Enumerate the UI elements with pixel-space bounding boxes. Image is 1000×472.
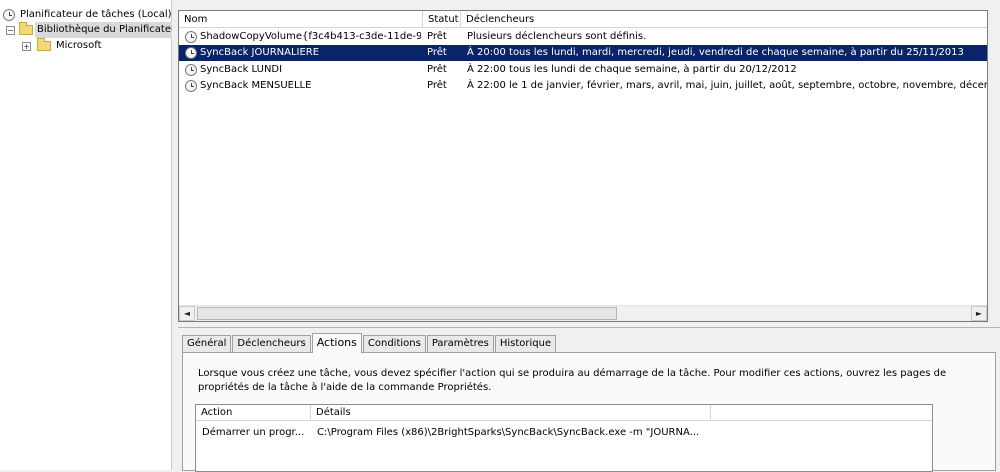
task-name: SyncBack LUNDI	[200, 64, 283, 75]
tab-general[interactable]: Général	[182, 335, 232, 353]
task-triggers: À 20:00 tous les lundi, mardi, mercredi,…	[467, 47, 964, 58]
tab-actions[interactable]: Actions	[311, 333, 362, 353]
action-type: Démarrer un progr...	[202, 427, 305, 438]
task-row-selected[interactable]: SyncBack JOURNALIERE Prêt À 20:00 tous l…	[179, 45, 987, 61]
tab-conditions[interactable]: Conditions	[362, 335, 426, 353]
task-name: SyncBack MENSUELLE	[200, 80, 312, 91]
task-name-cell: SyncBack JOURNALIERE	[185, 45, 421, 61]
column-header-action[interactable]: Action	[196, 405, 311, 421]
task-clock-icon	[185, 80, 197, 92]
task-clock-icon	[185, 31, 197, 43]
task-list: Nom Statut Déclencheurs ShadowCopyVolume…	[178, 10, 988, 322]
task-scheduler-window: Planificateur de tâches (Local) − Biblio…	[0, 0, 1000, 472]
task-properties-pane: Général Déclencheurs Actions Conditions …	[178, 327, 1000, 472]
actions-description-line: propriétés de la tâche à l'aide de la co…	[198, 382, 492, 393]
task-clock-icon	[185, 47, 197, 59]
scroll-right-icon[interactable]: ►	[971, 306, 987, 321]
task-status: Prêt	[427, 47, 447, 58]
horizontal-scrollbar[interactable]: ◄ ►	[179, 305, 987, 321]
scrollbar-thumb[interactable]	[197, 307, 617, 320]
actions-description: Lorsque vous créez une tâche, vous devez…	[198, 367, 958, 395]
scroll-left-icon[interactable]: ◄	[179, 306, 195, 321]
collapse-icon[interactable]: −	[6, 25, 15, 35]
task-name-cell: SyncBack LUNDI	[185, 62, 421, 78]
task-name-cell: SyncBack MENSUELLE	[185, 78, 421, 94]
clock-icon	[3, 9, 15, 21]
task-name: ShadowCopyVolume{f3c4b413-c3de-11de-9...	[200, 31, 421, 42]
task-name-cell: ShadowCopyVolume{f3c4b413-c3de-11de-9...	[185, 29, 421, 45]
tab-history[interactable]: Historique	[494, 335, 557, 353]
action-details: C:\Program Files (x86)\2BrightSparks\Syn…	[317, 427, 700, 438]
task-triggers: Plusieurs déclencheurs sont définis.	[467, 31, 647, 42]
action-row[interactable]: Démarrer un progr... C:\Program Files (x…	[196, 425, 932, 441]
right-pane-edge	[988, 10, 1000, 322]
task-status: Prêt	[427, 64, 447, 75]
tree-item-library-label: Bibliothèque du Planificateur	[35, 22, 184, 38]
actions-tab-content: Lorsque vous créez une tâche, vous devez…	[182, 352, 996, 472]
task-triggers: À 22:00 tous les lundi de chaque semaine…	[467, 64, 797, 75]
column-header-name[interactable]: Nom	[179, 11, 423, 28]
tree-item-library[interactable]: − Bibliothèque du Planificateur	[6, 22, 184, 38]
column-header-status[interactable]: Statut	[423, 11, 461, 28]
navigation-tree: Planificateur de tâches (Local) − Biblio…	[0, 0, 184, 470]
column-header-details[interactable]: Détails	[311, 405, 711, 421]
tree-item-microsoft[interactable]: + Microsoft	[22, 38, 104, 54]
tree-item-root-label: Planificateur de tâches (Local)	[20, 9, 172, 20]
actions-description-line: Lorsque vous créez une tâche, vous devez…	[198, 368, 947, 379]
task-row[interactable]: ShadowCopyVolume{f3c4b413-c3de-11de-9...…	[179, 29, 987, 45]
task-clock-icon	[185, 64, 197, 76]
actions-table-header: Action Détails	[196, 405, 932, 421]
task-row[interactable]: SyncBack LUNDI Prêt À 22:00 tous les lun…	[179, 62, 987, 78]
tab-settings[interactable]: Paramètres	[426, 335, 494, 353]
expand-icon[interactable]: +	[22, 41, 31, 51]
task-list-header: Nom Statut Déclencheurs	[179, 11, 987, 28]
properties-tabs: Général Déclencheurs Actions Conditions …	[182, 333, 557, 353]
task-row[interactable]: SyncBack MENSUELLE Prêt À 22:00 le 1 de …	[179, 78, 987, 94]
tree-item-microsoft-label: Microsoft	[56, 40, 102, 51]
folder-icon	[37, 38, 51, 51]
task-status: Prêt	[427, 31, 447, 42]
task-status: Prêt	[427, 80, 447, 91]
actions-table: Action Détails Démarrer un progr... C:\P…	[195, 404, 933, 472]
task-triggers: À 22:00 le 1 de janvier, février, mars, …	[467, 80, 987, 91]
column-header-triggers[interactable]: Déclencheurs	[461, 11, 987, 28]
folder-clock-icon	[19, 22, 33, 35]
tree-item-root[interactable]: Planificateur de tâches (Local)	[3, 7, 174, 23]
task-name: SyncBack JOURNALIERE	[200, 47, 320, 58]
tab-triggers[interactable]: Déclencheurs	[232, 335, 311, 353]
